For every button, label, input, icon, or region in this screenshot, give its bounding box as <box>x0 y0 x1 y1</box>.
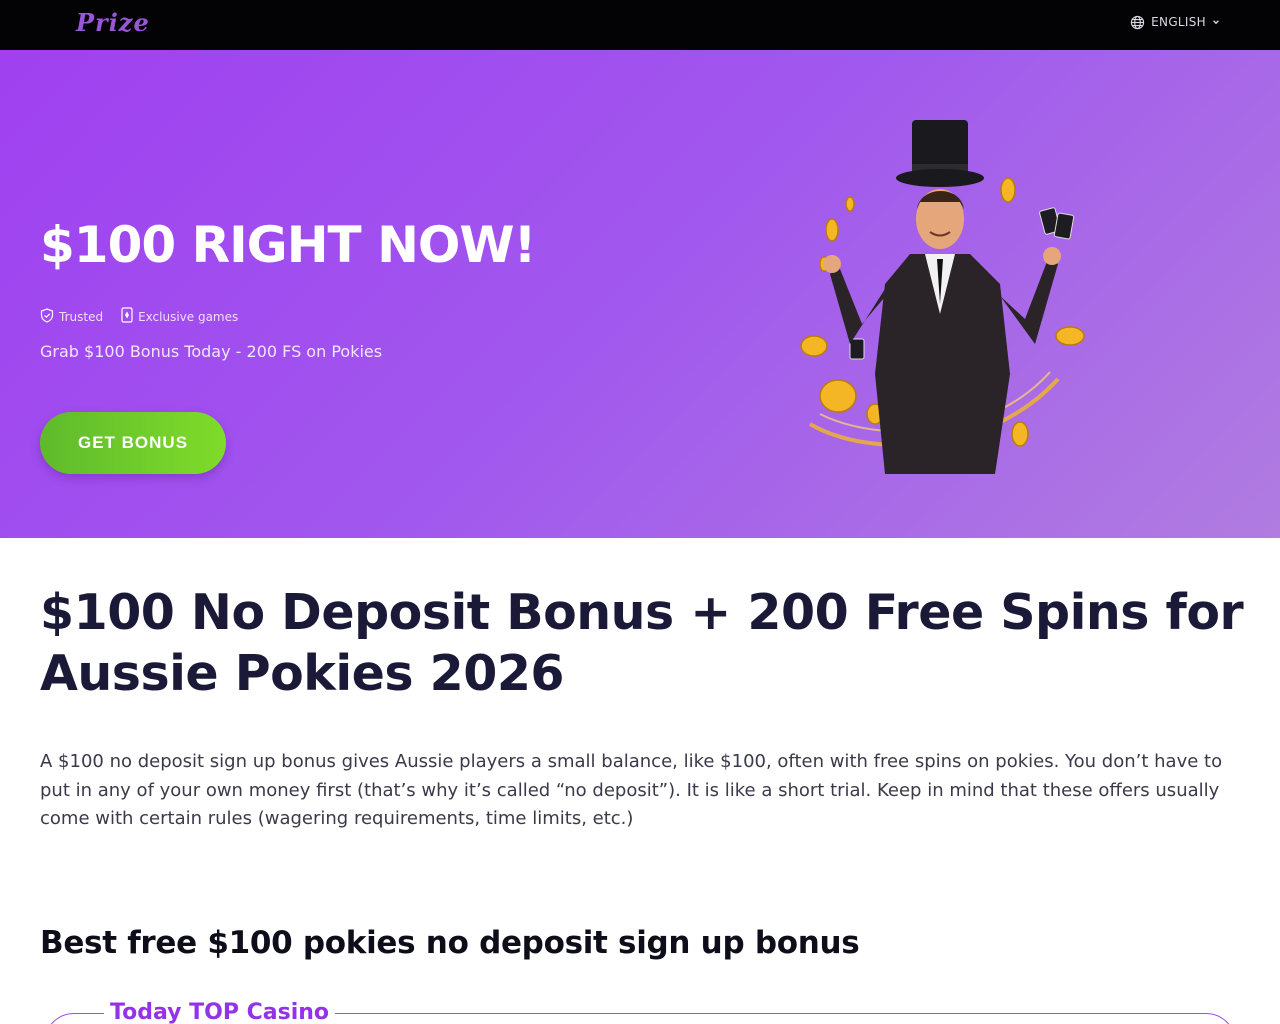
shield-check-icon <box>40 307 54 326</box>
language-selector[interactable]: ENGLISH <box>1130 13 1220 31</box>
badge-exclusive: Exclusive games <box>121 307 238 326</box>
chevron-down-icon <box>1212 18 1220 26</box>
get-bonus-button[interactable]: GET BONUS <box>40 412 226 474</box>
hero-title: $100 RIGHT NOW! <box>40 216 536 274</box>
hero-subtitle: Grab $100 Bonus Today - 200 FS on Pokies <box>40 342 383 361</box>
site-logo[interactable]: Prize <box>76 8 150 37</box>
top-bar: Prize ENGLISH <box>0 0 1280 50</box>
magician-illustration <box>800 120 1085 474</box>
badge-trusted-label: Trusted <box>59 309 104 324</box>
intro-paragraph: A $100 no deposit sign up bonus gives Au… <box>40 751 1223 829</box>
page-title: $100 No Deposit Bonus + 200 Free Spins f… <box>40 584 1244 702</box>
hero-banner: $100 RIGHT NOW! Trusted Exclusive games … <box>0 50 1280 538</box>
top-casino-label: Today TOP Casino <box>104 1000 336 1024</box>
globe-icon <box>1130 15 1145 30</box>
card-icon <box>121 307 133 326</box>
badge-trusted: Trusted <box>40 307 103 326</box>
language-label: ENGLISH <box>1151 15 1206 29</box>
badge-exclusive-label: Exclusive games <box>138 309 239 324</box>
section-title: Best free $100 pokies no deposit sign up… <box>40 925 860 961</box>
hero-badges: Trusted Exclusive games <box>40 307 238 326</box>
